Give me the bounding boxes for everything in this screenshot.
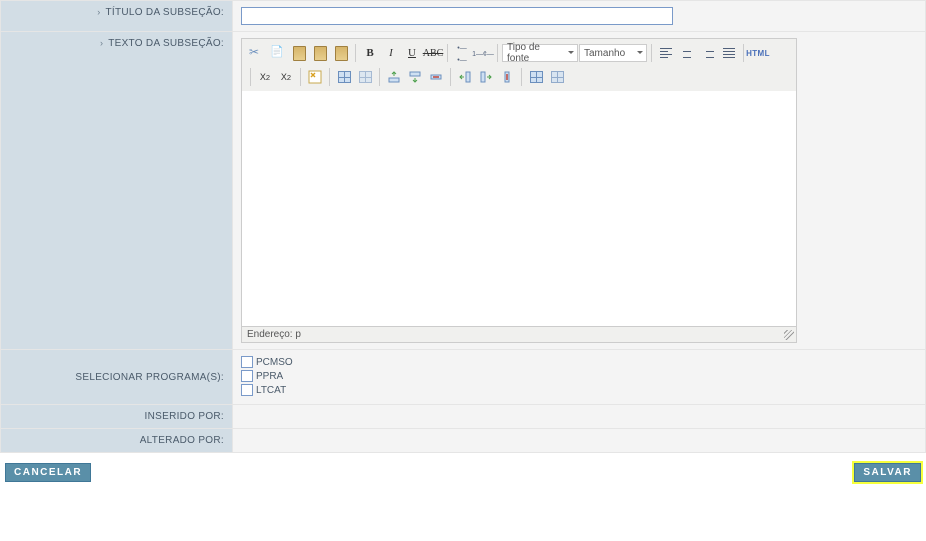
editor-path-bar: Endereço: p bbox=[241, 327, 797, 343]
label-programas: SELECIONAR PROGRAMA(S): bbox=[1, 350, 233, 405]
insert-layer-icon[interactable] bbox=[305, 67, 325, 87]
editor-toolbar: B I U ABC Tipo de fonte Tamanho bbox=[241, 38, 797, 91]
copy-icon[interactable] bbox=[268, 43, 288, 63]
paste-icon[interactable] bbox=[289, 43, 309, 63]
checkbox-ppra[interactable] bbox=[241, 370, 253, 382]
col-after-icon[interactable] bbox=[476, 67, 496, 87]
paste-text-icon[interactable] bbox=[310, 43, 330, 63]
checkbox-pcmso[interactable] bbox=[241, 356, 253, 368]
paste-word-icon[interactable] bbox=[331, 43, 351, 63]
underline-icon[interactable]: U bbox=[402, 43, 422, 63]
cancel-button[interactable]: CANCELAR bbox=[5, 463, 91, 482]
cell-inserido bbox=[233, 405, 926, 429]
align-center-icon[interactable] bbox=[677, 43, 697, 63]
cell-programas: PCMSO PPRA LTCAT bbox=[233, 350, 926, 405]
titulo-input[interactable] bbox=[241, 7, 673, 25]
italic-icon[interactable]: I bbox=[381, 43, 401, 63]
resize-grip-icon[interactable] bbox=[784, 330, 794, 340]
align-right-icon[interactable] bbox=[698, 43, 718, 63]
font-size-select[interactable]: Tamanho bbox=[579, 44, 647, 62]
checkbox-ltcat[interactable] bbox=[241, 384, 253, 396]
col-delete-icon[interactable] bbox=[497, 67, 517, 87]
checkbox-ppra-label: PPRA bbox=[256, 371, 283, 382]
unordered-list-icon[interactable] bbox=[452, 43, 472, 63]
cell-alterado bbox=[233, 429, 926, 453]
cell-titulo bbox=[233, 1, 926, 32]
strike-icon[interactable]: ABC bbox=[423, 43, 443, 63]
row-before-icon[interactable] bbox=[384, 67, 404, 87]
checkbox-ltcat-label: LTCAT bbox=[256, 385, 286, 396]
label-alterado: ALTERADO POR: bbox=[1, 429, 233, 453]
row-after-icon[interactable] bbox=[405, 67, 425, 87]
split-cells-icon[interactable] bbox=[547, 67, 567, 87]
subscript-icon[interactable]: X2 bbox=[255, 67, 275, 87]
merge-cells-icon[interactable] bbox=[526, 67, 546, 87]
label-titulo: › TÍTULO DA SUBSEÇÃO: bbox=[1, 1, 233, 32]
ordered-list-icon[interactable] bbox=[473, 43, 493, 63]
table-insert-icon[interactable] bbox=[334, 67, 354, 87]
cut-icon[interactable] bbox=[247, 43, 267, 63]
table-delete-icon[interactable] bbox=[355, 67, 375, 87]
font-family-select[interactable]: Tipo de fonte bbox=[502, 44, 578, 62]
superscript-icon[interactable]: X2 bbox=[276, 67, 296, 87]
editor-textarea[interactable] bbox=[241, 91, 797, 327]
checkbox-pcmso-label: PCMSO bbox=[256, 357, 293, 368]
bold-icon[interactable]: B bbox=[360, 43, 380, 63]
cell-texto: B I U ABC Tipo de fonte Tamanho bbox=[233, 32, 926, 350]
row-delete-icon[interactable] bbox=[426, 67, 446, 87]
save-button[interactable]: SALVAR bbox=[854, 463, 921, 482]
html-source-button[interactable]: HTML bbox=[748, 43, 768, 63]
label-inserido: INSERIDO POR: bbox=[1, 405, 233, 429]
align-justify-icon[interactable] bbox=[719, 43, 739, 63]
label-texto: › TEXTO DA SUBSEÇÃO: bbox=[1, 32, 233, 350]
align-left-icon[interactable] bbox=[656, 43, 676, 63]
col-before-icon[interactable] bbox=[455, 67, 475, 87]
